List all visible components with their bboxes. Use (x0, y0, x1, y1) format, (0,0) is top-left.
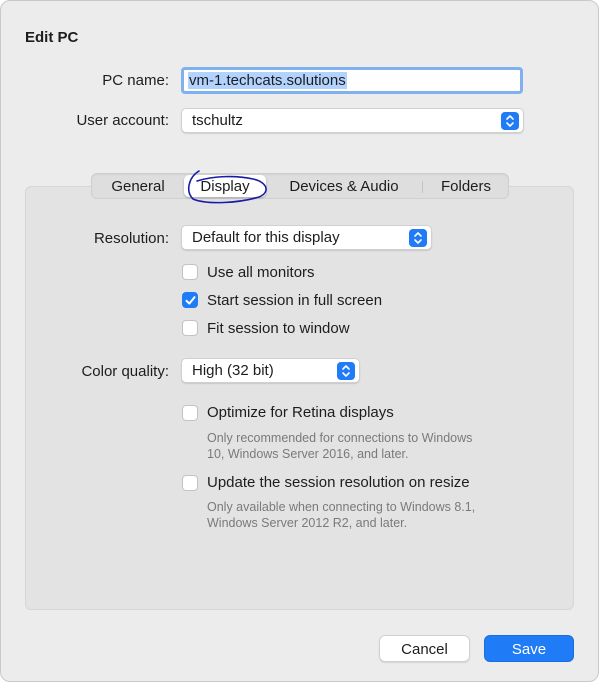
chevron-up-down-icon (337, 362, 355, 380)
fit-to-window-label: Fit session to window (207, 320, 350, 337)
pc-name-input[interactable]: vm-1.techcats.solutions (181, 67, 523, 94)
chevron-up-down-icon (501, 112, 519, 130)
retina-help-line-2: 10, Windows Server 2016, and later. (207, 447, 409, 461)
tab-folders[interactable]: Folders (426, 174, 506, 198)
resize-help-line-2: Windows Server 2012 R2, and later. (207, 516, 408, 530)
retina-checkbox[interactable] (182, 405, 198, 421)
color-quality-select[interactable]: High (32 bit) (181, 358, 360, 383)
use-all-monitors-label: Use all monitors (207, 264, 315, 281)
save-button[interactable]: Save (484, 635, 574, 662)
full-screen-label: Start session in full screen (207, 292, 383, 309)
tab-devices-audio[interactable]: Devices & Audio (270, 174, 418, 198)
user-account-value: tschultz (192, 112, 243, 129)
user-account-select[interactable]: tschultz (181, 108, 524, 133)
tab-general[interactable]: General (96, 174, 180, 198)
pc-name-label: PC name: (102, 72, 169, 89)
annotation-scribble (187, 170, 267, 204)
color-quality-label: Color quality: (81, 363, 169, 380)
cancel-button[interactable]: Cancel (379, 635, 470, 662)
full-screen-checkbox[interactable] (182, 292, 198, 308)
resize-checkbox[interactable] (182, 475, 198, 491)
tab-separator (422, 181, 423, 193)
retina-help-line-1: Only recommended for connections to Wind… (207, 431, 473, 445)
resize-help-line-1: Only available when connecting to Window… (207, 500, 476, 514)
pc-name-value: vm-1.techcats.solutions (188, 72, 347, 89)
resize-label: Update the session resolution on resize (207, 474, 470, 491)
color-quality-value: High (32 bit) (192, 362, 274, 379)
edit-pc-dialog: Edit PC PC name: vm-1.techcats.solutions… (0, 0, 599, 682)
resolution-select[interactable]: Default for this display (181, 225, 432, 250)
tab-bar: General Display Devices & Audio Folders (91, 173, 509, 199)
chevron-up-down-icon (409, 229, 427, 247)
dialog-title: Edit PC (25, 29, 79, 46)
fit-to-window-checkbox[interactable] (182, 320, 198, 336)
resolution-label: Resolution: (93, 230, 169, 247)
resolution-value: Default for this display (192, 229, 340, 246)
use-all-monitors-checkbox[interactable] (182, 264, 198, 280)
user-account-label: User account: (76, 112, 169, 129)
retina-label: Optimize for Retina displays (207, 404, 394, 421)
checkmark-icon (185, 296, 196, 305)
